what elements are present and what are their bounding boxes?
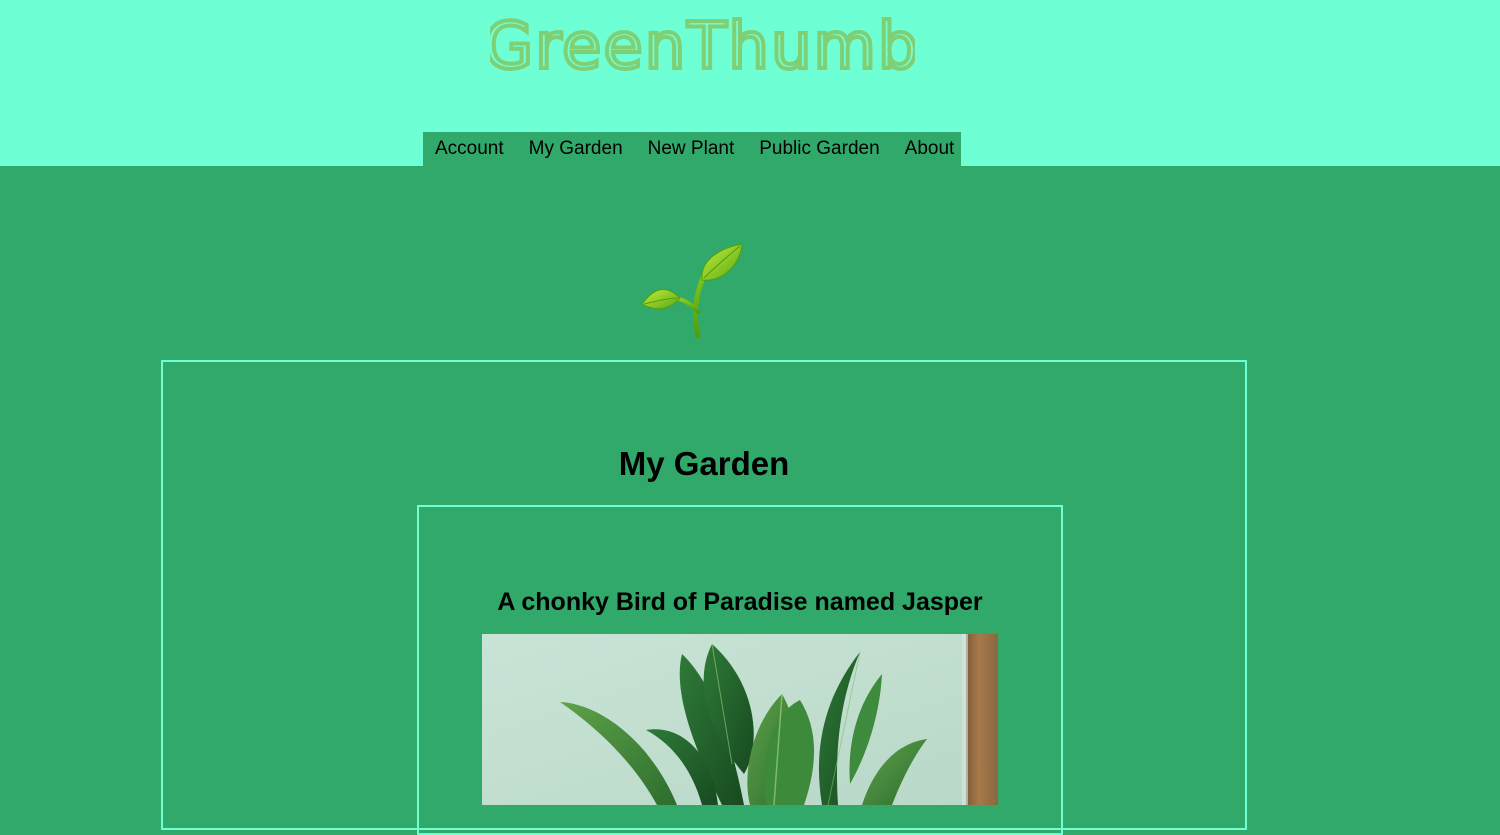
- seedling-icon: [641, 243, 743, 339]
- logo-text: GreenThumb: [490, 10, 915, 84]
- nav-about[interactable]: About: [905, 132, 955, 166]
- site-header: GreenThumb Account My Garden New Plant P…: [0, 0, 1500, 166]
- main-nav: Account My Garden New Plant Public Garde…: [423, 132, 961, 166]
- nav-new-plant[interactable]: New Plant: [648, 132, 735, 166]
- nav-public-garden[interactable]: Public Garden: [759, 132, 879, 166]
- plant-title: A chonky Bird of Paradise named Jasper: [497, 588, 983, 616]
- bird-of-paradise-photo: [482, 634, 998, 805]
- nav-account[interactable]: Account: [435, 132, 504, 166]
- nav-my-garden[interactable]: My Garden: [529, 132, 623, 166]
- page-title: My Garden: [618, 445, 790, 482]
- logo[interactable]: GreenThumb: [490, 6, 915, 84]
